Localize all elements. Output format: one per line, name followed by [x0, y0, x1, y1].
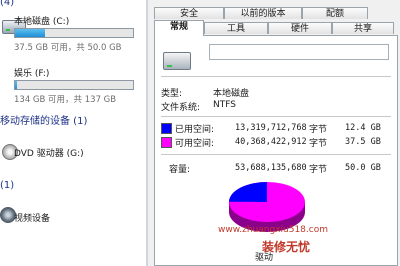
tab-security[interactable]: 安全 — [154, 7, 224, 19]
other-section-header[interactable]: (1) — [0, 180, 14, 191]
drive-c-item[interactable]: 本地磁盘 (C:) 37.5 GB 可用，共 50.0 GB — [0, 12, 146, 58]
video-device-name: 视频设备 — [14, 214, 51, 224]
used-space-size: 12.4 GB — [345, 123, 381, 133]
removable-section-label: 移动存储的设备 (1) — [0, 116, 88, 127]
removable-section-header[interactable]: 移动存储的设备 (1) — [0, 112, 87, 127]
capacity-label: 容量: — [169, 165, 191, 175]
used-space-swatch — [161, 123, 172, 134]
other-section-count: (1) — [0, 180, 15, 191]
used-space-unit: 字节 — [309, 125, 328, 135]
watermark-text: 装修无忧 — [262, 240, 311, 254]
capacity-unit: 字节 — [309, 165, 328, 175]
filesystem-value: NTFS — [213, 100, 236, 110]
tab-tools[interactable]: 工具 — [204, 22, 268, 34]
capacity-bytes: 53,688,135,680 — [235, 163, 307, 173]
dvd-drive-name: DVD 驱动器 (G:) — [14, 149, 84, 159]
free-space-label: 可用空间: — [175, 139, 215, 149]
hard-drive-icon — [163, 52, 191, 70]
tab-general[interactable]: 常规 — [154, 20, 204, 36]
divider — [161, 76, 391, 77]
section-count: (4) — [0, 0, 15, 8]
type-value: 本地磁盘 — [213, 89, 250, 99]
drive-f-usage-fill — [15, 81, 18, 89]
type-label: 类型: — [161, 89, 183, 99]
divider — [161, 154, 391, 155]
drive-f-usage-bar — [14, 80, 134, 90]
used-space-bytes: 13,319,712,768 — [235, 123, 307, 133]
tab-previous-versions[interactable]: 以前的版本 — [224, 7, 302, 19]
used-space-label: 已用空间: — [175, 125, 215, 135]
navigation-pane: (4) 本地磁盘 (C:) 37.5 GB 可用，共 50.0 GB 娱乐 (F… — [0, 0, 146, 266]
volume-label-input[interactable] — [209, 44, 389, 60]
pie-slice-used — [229, 182, 267, 202]
dvd-drive-item[interactable]: DVD 驱动器 (G:) — [0, 142, 146, 162]
drive-c-usage-fill — [15, 29, 45, 37]
free-space-unit: 字节 — [309, 139, 328, 149]
free-space-size: 37.5 GB — [345, 137, 381, 147]
drive-c-space-info: 37.5 GB 可用，共 50.0 GB — [14, 43, 122, 53]
free-space-swatch — [161, 137, 172, 148]
drive-f-item[interactable]: 娱乐 (F:) 134 GB 可用，共 137 GB — [0, 62, 146, 106]
drive-c-name: 本地磁盘 (C:) — [14, 17, 70, 27]
filesystem-label: 文件系统: — [161, 103, 201, 113]
free-space-bytes: 40,368,422,912 — [235, 137, 307, 147]
tab-hardware[interactable]: 硬件 — [268, 22, 332, 34]
watermark-url: www.zhuangxiu518.com — [218, 225, 328, 235]
video-device-item[interactable]: 视频设备 — [0, 205, 146, 227]
drive-f-name: 娱乐 (F:) — [14, 69, 50, 79]
drive-f-space-info: 134 GB 可用，共 137 GB — [14, 95, 117, 105]
hard-disk-section-header[interactable]: (4) — [0, 0, 14, 8]
divider — [161, 116, 391, 117]
capacity-size: 50.0 GB — [345, 163, 381, 173]
tab-sharing[interactable]: 共享 — [332, 22, 394, 34]
drive-c-usage-bar — [14, 28, 134, 38]
tab-quota[interactable]: 配额 — [302, 7, 368, 19]
